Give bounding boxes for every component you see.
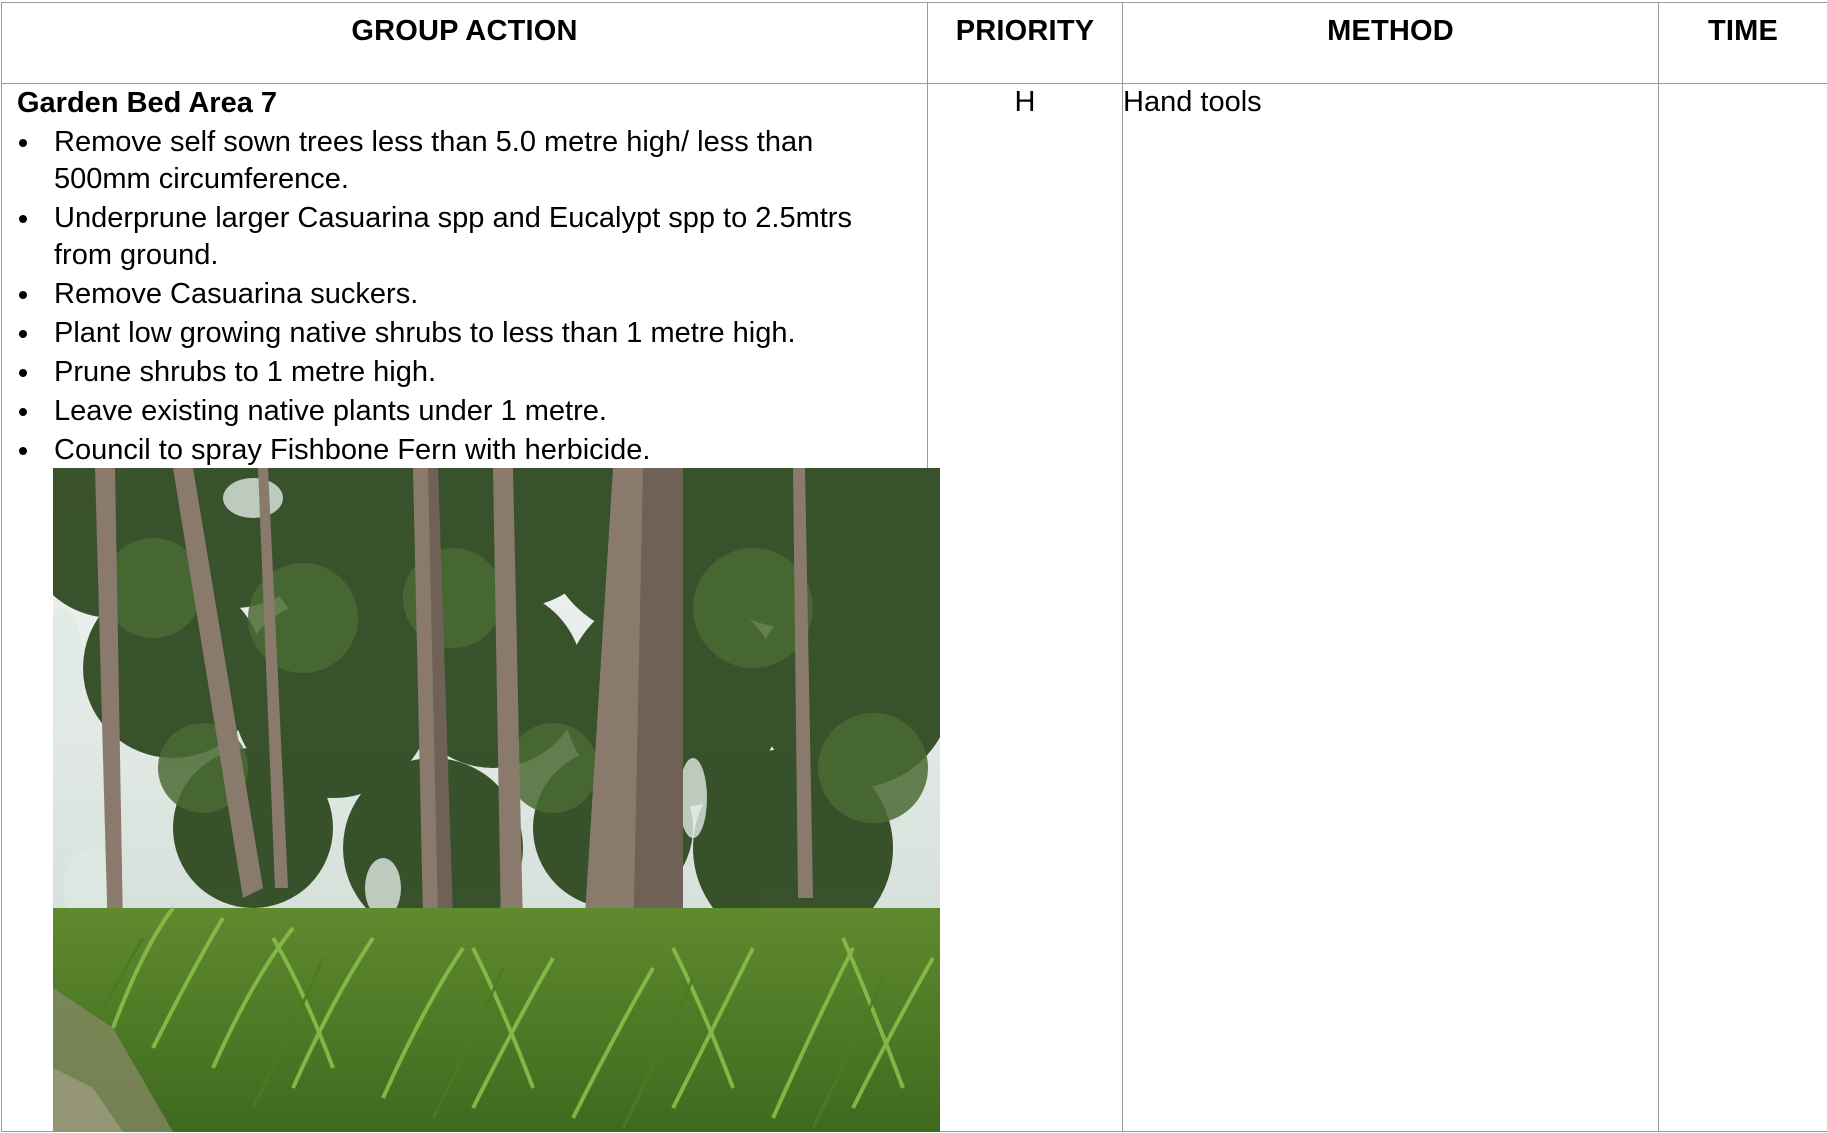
- list-item: Plant low growing native shrubs to less …: [2, 315, 914, 352]
- time-cell: [1658, 83, 1827, 1132]
- bullet-dot-icon: [19, 330, 27, 338]
- list-item-text: Prune shrubs to 1 metre high.: [54, 356, 437, 388]
- header-time: TIME: [1658, 2, 1827, 84]
- header-row: GROUP ACTION PRIORITY METHOD TIME: [1, 2, 1827, 84]
- list-item: Remove self sown trees less than 5.0 met…: [2, 124, 914, 198]
- group-action-cell: Garden Bed Area 7 Remove self sown trees…: [1, 83, 940, 1132]
- section-title: Garden Bed Area 7: [17, 87, 278, 119]
- bullet-dot-icon: [19, 369, 27, 377]
- list-item-text: Leave existing native plants under 1 met…: [54, 395, 607, 427]
- header-method: METHOD: [1122, 2, 1659, 84]
- bullet-dot-icon: [19, 447, 27, 455]
- action-table: GROUP ACTION PRIORITY METHOD TIME Garden…: [1, 2, 1827, 1132]
- header-priority: PRIORITY: [927, 2, 1123, 84]
- list-item: Prune shrubs to 1 metre high.: [2, 354, 914, 391]
- forest-image: [53, 468, 940, 1132]
- priority-cell: H: [927, 83, 1123, 1132]
- table-row: Garden Bed Area 7 Remove self sown trees…: [1, 83, 1827, 1132]
- list-item-text: Remove Casuarina suckers.: [54, 278, 419, 310]
- list-item: Underprune larger Casuarina spp and Euca…: [2, 200, 914, 274]
- bullet-dot-icon: [19, 408, 27, 416]
- garden-bed-photo: [53, 468, 940, 1132]
- bullet-dot-icon: [19, 291, 27, 299]
- list-item: Council to spray Fishbone Fern with herb…: [2, 432, 914, 469]
- list-item-text: Council to spray Fishbone Fern with herb…: [54, 434, 651, 466]
- list-item: Remove Casuarina suckers.: [2, 276, 914, 313]
- method-cell: Hand tools: [1122, 83, 1659, 1132]
- list-item-text: Underprune larger Casuarina spp and Euca…: [54, 202, 852, 271]
- list-item-text: Plant low growing native shrubs to less …: [54, 317, 796, 349]
- bullet-dot-icon: [19, 215, 27, 223]
- list-item-text: Remove self sown trees less than 5.0 met…: [54, 126, 814, 195]
- bullet-dot-icon: [19, 139, 27, 147]
- header-group-action: GROUP ACTION: [1, 2, 928, 84]
- list-item: Leave existing native plants under 1 met…: [2, 393, 914, 430]
- action-list: Remove self sown trees less than 5.0 met…: [2, 124, 914, 471]
